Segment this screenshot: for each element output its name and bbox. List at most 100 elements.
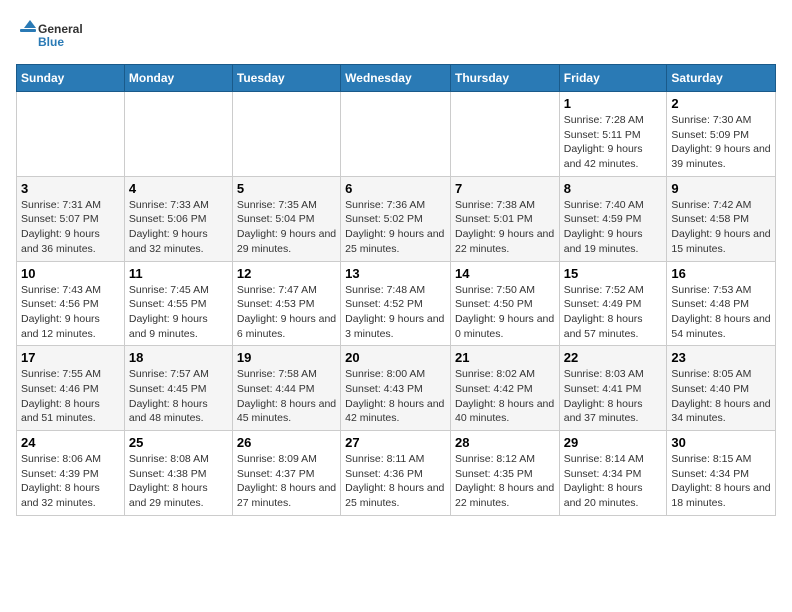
calendar-cell: 10Sunrise: 7:43 AM Sunset: 4:56 PM Dayli…: [17, 261, 125, 346]
day-number: 2: [671, 96, 771, 111]
calendar-cell: [124, 92, 232, 177]
day-info: Sunrise: 8:02 AM Sunset: 4:42 PM Dayligh…: [455, 367, 555, 426]
logo-svg: General Blue: [16, 16, 86, 56]
week-row-5: 24 Sunrise: 8:06 AM Sunset: 4:39 PM Dayli…: [17, 431, 776, 516]
calendar-cell: [341, 92, 451, 177]
day-info: Sunrise: 7:52 AM Sunset: 4:49 PM Dayligh…: [564, 283, 663, 342]
week-row-1: 1 Sunrise: 7:28 AM Sunset: 5:11 PM Daylig…: [17, 92, 776, 177]
calendar-cell: 16 Sunrise: 7:53 AM Sunset: 4:48 PM Dayli…: [667, 261, 776, 346]
day-info: Sunrise: 7:43 AM Sunset: 4:56 PM Dayligh…: [21, 283, 120, 342]
weekday-header-sunday: Sunday: [17, 65, 125, 92]
day-info: Sunrise: 7:53 AM Sunset: 4:48 PM Dayligh…: [671, 283, 771, 342]
calendar-cell: 25Sunrise: 8:08 AM Sunset: 4:38 PM Dayli…: [124, 431, 232, 516]
weekday-header-friday: Friday: [559, 65, 667, 92]
day-info: Sunrise: 8:05 AM Sunset: 4:40 PM Dayligh…: [671, 367, 771, 426]
calendar-cell: 24 Sunrise: 8:06 AM Sunset: 4:39 PM Dayli…: [17, 431, 125, 516]
day-info: Sunrise: 8:06 AM Sunset: 4:39 PM Dayligh…: [21, 452, 120, 511]
day-info: Sunrise: 7:30 AM Sunset: 5:09 PM Dayligh…: [671, 113, 771, 172]
weekday-header-saturday: Saturday: [667, 65, 776, 92]
calendar-cell: 2 Sunrise: 7:30 AM Sunset: 5:09 PM Daylig…: [667, 92, 776, 177]
weekday-header-monday: Monday: [124, 65, 232, 92]
calendar-cell: 13 Sunrise: 7:48 AM Sunset: 4:52 PM Dayli…: [341, 261, 451, 346]
day-number: 17: [21, 350, 120, 365]
day-info: Sunrise: 8:08 AM Sunset: 4:38 PM Dayligh…: [129, 452, 228, 511]
calendar-cell: 22Sunrise: 8:03 AM Sunset: 4:41 PM Dayli…: [559, 346, 667, 431]
day-info: Sunrise: 7:40 AM Sunset: 4:59 PM Dayligh…: [564, 198, 663, 257]
calendar-cell: 17 Sunrise: 7:55 AM Sunset: 4:46 PM Dayli…: [17, 346, 125, 431]
day-info: Sunrise: 8:12 AM Sunset: 4:35 PM Dayligh…: [455, 452, 555, 511]
calendar-cell: 11 Sunrise: 7:45 AM Sunset: 4:55 PM Dayli…: [124, 261, 232, 346]
day-info: Sunrise: 8:09 AM Sunset: 4:37 PM Dayligh…: [237, 452, 336, 511]
weekday-header-wednesday: Wednesday: [341, 65, 451, 92]
day-number: 13: [345, 266, 446, 281]
day-info: Sunrise: 7:50 AM Sunset: 4:50 PM Dayligh…: [455, 283, 555, 342]
weekday-header-row: SundayMondayTuesdayWednesdayThursdayFrid…: [17, 65, 776, 92]
day-info: Sunrise: 7:38 AM Sunset: 5:01 PM Dayligh…: [455, 198, 555, 257]
calendar-cell: 15 Sunrise: 7:52 AM Sunset: 4:49 PM Dayli…: [559, 261, 667, 346]
day-number: 14: [455, 266, 555, 281]
day-info: Sunrise: 7:42 AM Sunset: 4:58 PM Dayligh…: [671, 198, 771, 257]
day-number: 23: [671, 350, 771, 365]
calendar-cell: 19 Sunrise: 7:58 AM Sunset: 4:44 PM Dayli…: [232, 346, 340, 431]
calendar-cell: 27 Sunrise: 8:11 AM Sunset: 4:36 PM Dayli…: [341, 431, 451, 516]
day-number: 19: [237, 350, 336, 365]
day-info: Sunrise: 7:57 AM Sunset: 4:45 PM Dayligh…: [129, 367, 228, 426]
day-number: 1: [564, 96, 663, 111]
calendar-cell: 8 Sunrise: 7:40 AM Sunset: 4:59 PM Daylig…: [559, 176, 667, 261]
day-number: 29: [564, 435, 663, 450]
calendar-cell: 20 Sunrise: 8:00 AM Sunset: 4:43 PM Dayli…: [341, 346, 451, 431]
calendar-cell: [17, 92, 125, 177]
calendar-cell: 14 Sunrise: 7:50 AM Sunset: 4:50 PM Dayli…: [450, 261, 559, 346]
calendar-cell: 3 Sunrise: 7:31 AM Sunset: 5:07 PM Daylig…: [17, 176, 125, 261]
day-number: 3: [21, 181, 120, 196]
day-info: Sunrise: 7:55 AM Sunset: 4:46 PM Dayligh…: [21, 367, 120, 426]
day-number: 27: [345, 435, 446, 450]
day-info: Sunrise: 8:11 AM Sunset: 4:36 PM Dayligh…: [345, 452, 446, 511]
calendar-cell: 29 Sunrise: 8:14 AM Sunset: 4:34 PM Dayli…: [559, 431, 667, 516]
calendar-cell: 30Sunrise: 8:15 AM Sunset: 4:34 PM Dayli…: [667, 431, 776, 516]
day-info: Sunrise: 7:36 AM Sunset: 5:02 PM Dayligh…: [345, 198, 446, 257]
day-info: Sunrise: 7:45 AM Sunset: 4:55 PM Dayligh…: [129, 283, 228, 342]
day-number: 26: [237, 435, 336, 450]
day-number: 11: [129, 266, 228, 281]
day-number: 24: [21, 435, 120, 450]
calendar-cell: 5Sunrise: 7:35 AM Sunset: 5:04 PM Daylig…: [232, 176, 340, 261]
day-number: 16: [671, 266, 771, 281]
calendar-cell: 12Sunrise: 7:47 AM Sunset: 4:53 PM Dayli…: [232, 261, 340, 346]
day-number: 4: [129, 181, 228, 196]
day-number: 20: [345, 350, 446, 365]
weekday-header-tuesday: Tuesday: [232, 65, 340, 92]
day-info: Sunrise: 8:15 AM Sunset: 4:34 PM Dayligh…: [671, 452, 771, 511]
header: General Blue: [16, 16, 776, 56]
svg-text:General: General: [38, 22, 83, 36]
calendar-cell: 23 Sunrise: 8:05 AM Sunset: 4:40 PM Dayli…: [667, 346, 776, 431]
day-info: Sunrise: 7:28 AM Sunset: 5:11 PM Dayligh…: [564, 113, 663, 172]
calendar-cell: [450, 92, 559, 177]
calendar-cell: 18Sunrise: 7:57 AM Sunset: 4:45 PM Dayli…: [124, 346, 232, 431]
day-info: Sunrise: 7:31 AM Sunset: 5:07 PM Dayligh…: [21, 198, 120, 257]
day-number: 21: [455, 350, 555, 365]
day-info: Sunrise: 7:35 AM Sunset: 5:04 PM Dayligh…: [237, 198, 336, 257]
week-row-2: 3 Sunrise: 7:31 AM Sunset: 5:07 PM Daylig…: [17, 176, 776, 261]
day-number: 9: [671, 181, 771, 196]
day-info: Sunrise: 7:58 AM Sunset: 4:44 PM Dayligh…: [237, 367, 336, 426]
svg-text:Blue: Blue: [38, 35, 64, 49]
day-info: Sunrise: 7:48 AM Sunset: 4:52 PM Dayligh…: [345, 283, 446, 342]
calendar-cell: 21 Sunrise: 8:02 AM Sunset: 4:42 PM Dayli…: [450, 346, 559, 431]
day-info: Sunrise: 8:03 AM Sunset: 4:41 PM Dayligh…: [564, 367, 663, 426]
day-info: Sunrise: 8:14 AM Sunset: 4:34 PM Dayligh…: [564, 452, 663, 511]
calendar-cell: [232, 92, 340, 177]
day-info: Sunrise: 8:00 AM Sunset: 4:43 PM Dayligh…: [345, 367, 446, 426]
day-number: 7: [455, 181, 555, 196]
day-info: Sunrise: 7:33 AM Sunset: 5:06 PM Dayligh…: [129, 198, 228, 257]
week-row-4: 17 Sunrise: 7:55 AM Sunset: 4:46 PM Dayli…: [17, 346, 776, 431]
day-number: 28: [455, 435, 555, 450]
logo: General Blue: [16, 16, 86, 56]
day-number: 8: [564, 181, 663, 196]
calendar-cell: 26 Sunrise: 8:09 AM Sunset: 4:37 PM Dayli…: [232, 431, 340, 516]
day-number: 12: [237, 266, 336, 281]
day-number: 15: [564, 266, 663, 281]
calendar-cell: 7 Sunrise: 7:38 AM Sunset: 5:01 PM Daylig…: [450, 176, 559, 261]
calendar-cell: 6Sunrise: 7:36 AM Sunset: 5:02 PM Daylig…: [341, 176, 451, 261]
calendar-cell: 9 Sunrise: 7:42 AM Sunset: 4:58 PM Daylig…: [667, 176, 776, 261]
